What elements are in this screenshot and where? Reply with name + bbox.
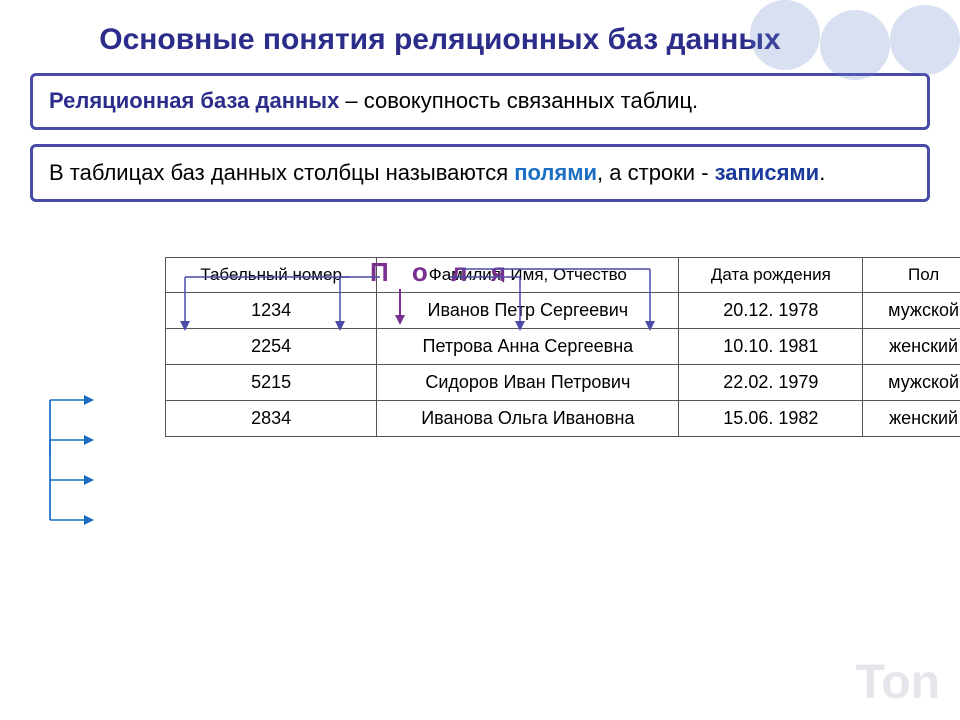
circle-1 <box>750 0 820 70</box>
statement-prefix: В таблицах баз данных столбцы называются <box>49 160 514 185</box>
watermark: Ton <box>856 655 940 710</box>
statement-middle: , а строки - <box>597 160 715 185</box>
slide: Основные понятия реляционных баз данных … <box>0 0 960 720</box>
statement-word2: записями <box>715 160 820 185</box>
statement-suffix: . <box>819 160 825 185</box>
statement-word1: полями <box>514 160 597 185</box>
definition-bold: Реляционная база данных <box>49 88 339 113</box>
svg-text:Записи: Записи <box>0 464 6 550</box>
circle-3 <box>890 5 960 75</box>
diagram-svg: Записи <box>30 257 930 607</box>
decorative-circles <box>750 0 960 80</box>
circle-2 <box>820 10 890 80</box>
definition-box: Реляционная база данных – совокупность с… <box>30 73 930 130</box>
definition-rest: – совокупность связанных таблиц. <box>339 88 698 113</box>
statement-box: В таблицах баз данных столбцы называются… <box>30 144 930 202</box>
diagram-area: П о л я Записи <box>30 257 930 607</box>
